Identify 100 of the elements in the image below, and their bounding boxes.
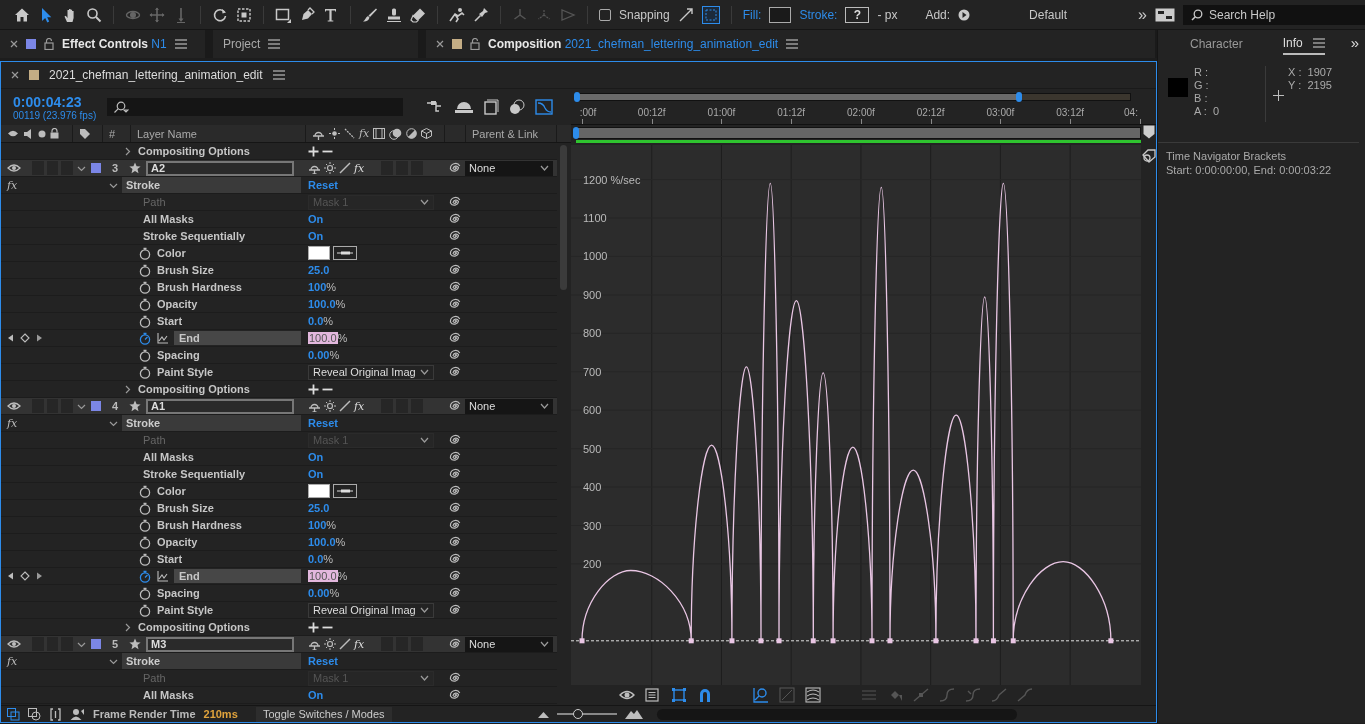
spiral-icon[interactable]	[449, 519, 461, 531]
current-timecode[interactable]: 0:00:04:23	[13, 93, 97, 110]
layers-icon[interactable]	[7, 707, 20, 721]
eye-icon[interactable]	[7, 639, 21, 649]
speaker-icon[interactable]	[23, 128, 34, 139]
property-value[interactable]: 100	[308, 519, 327, 531]
reset-link[interactable]: Reset	[308, 417, 338, 429]
pen-icon[interactable]	[299, 6, 315, 23]
list-icon[interactable]	[645, 687, 661, 703]
property-value[interactable]: 100.0	[308, 570, 338, 582]
figure-brush-icon[interactable]	[449, 6, 465, 23]
snap-target-icon[interactable]	[701, 5, 720, 24]
property-value[interactable]: 25.0	[308, 264, 330, 276]
overflow-chevrons[interactable]: »	[1350, 34, 1359, 51]
padlock-icon[interactable]	[50, 128, 59, 139]
keyframe-icon[interactable]	[20, 571, 30, 581]
keyframe-marker[interactable]	[1108, 638, 1114, 644]
menu-icon[interactable]	[174, 39, 187, 49]
close-icon[interactable]	[10, 40, 18, 48]
graph-toggle-icon[interactable]	[157, 332, 168, 344]
property-value[interactable]: 25.0	[308, 502, 330, 514]
spiral-icon[interactable]	[449, 349, 461, 361]
speed-graph[interactable]: 200 300 400 500 600 700 800 900 1000 1100 1200 %/sec	[571, 145, 1141, 685]
color-swatch[interactable]	[308, 246, 330, 260]
keyframe-marker[interactable]	[579, 638, 585, 644]
person-icon[interactable]	[70, 707, 85, 721]
eye-icon[interactable]	[7, 129, 19, 138]
chevron-right-icon[interactable]	[123, 146, 132, 156]
parent-dropdown[interactable]: None	[465, 398, 553, 414]
fill-swatch[interactable]	[769, 6, 792, 23]
snap-arrows-icon[interactable]	[677, 6, 694, 23]
menu-icon[interactable]	[786, 39, 799, 49]
plus-icon[interactable]	[308, 621, 319, 633]
solo-dot-icon[interactable]	[38, 129, 46, 138]
spiral-icon[interactable]	[449, 570, 461, 582]
property-value[interactable]: On	[308, 213, 324, 225]
fit-zoom-icon[interactable]	[753, 687, 769, 703]
menu-icon[interactable]	[1312, 38, 1325, 48]
spiral-icon[interactable]	[449, 638, 461, 650]
graph-editor-icon[interactable]	[535, 99, 553, 115]
property-value[interactable]: On	[308, 468, 324, 480]
spiral-icon[interactable]	[449, 213, 461, 225]
comp-button-icon[interactable]	[1141, 149, 1156, 163]
stopwatch-icon[interactable]	[139, 484, 151, 498]
keyframe-marker[interactable]	[810, 638, 816, 644]
spiral-icon[interactable]	[449, 298, 461, 310]
eraser-icon[interactable]	[410, 6, 426, 23]
small-mountain-icon[interactable]	[537, 710, 549, 718]
workspace-panel-icon[interactable]	[1155, 7, 1175, 22]
keyframe-marker[interactable]	[869, 638, 875, 644]
next-keyframe-icon[interactable]	[36, 334, 43, 342]
slash-icon[interactable]	[339, 400, 351, 412]
spiral-icon[interactable]	[449, 264, 461, 276]
sun-icon[interactable]	[324, 400, 336, 412]
layer-name-column-header[interactable]: Layer Name	[137, 127, 197, 140]
toggle-switches-button[interactable]: Toggle Switches / Modes	[255, 706, 392, 722]
comp-mini-icon[interactable]	[28, 707, 41, 721]
stopwatch-icon[interactable]	[139, 535, 151, 549]
keyframe-marker[interactable]	[776, 638, 782, 644]
bracket-handle[interactable]	[1016, 92, 1022, 102]
spiral-icon[interactable]	[449, 502, 461, 514]
close-icon[interactable]	[436, 40, 444, 48]
circles-icon[interactable]	[389, 127, 403, 140]
work-area-handle[interactable]	[573, 127, 579, 139]
shy-layers-icon[interactable]	[455, 100, 473, 114]
parent-dropdown[interactable]: None	[465, 636, 553, 652]
effect-name[interactable]: Stroke	[122, 415, 301, 431]
dashed-square-icon[interactable]	[236, 6, 252, 23]
stopwatch-icon[interactable]	[139, 518, 151, 532]
tag-icon[interactable]	[79, 127, 91, 140]
layer-search-field[interactable]	[107, 98, 403, 116]
time-ruler[interactable]: :00f 00:12f 01:00f 01:12f 02:00f 02:12f 03:00f 03:12f 04:	[571, 105, 1141, 124]
play-circle-icon[interactable]	[958, 8, 971, 21]
property-value[interactable]: 100	[308, 281, 327, 293]
stopwatch-icon[interactable]	[139, 569, 151, 583]
reset-link[interactable]: Reset	[308, 655, 338, 667]
stopwatch-icon[interactable]	[139, 297, 151, 311]
property-value[interactable]: 100.0	[308, 536, 336, 548]
time-navigator[interactable]	[574, 93, 1131, 101]
label-color-square[interactable]	[91, 639, 101, 649]
keyframe-marker[interactable]	[830, 638, 836, 644]
property-value[interactable]: On	[308, 451, 324, 463]
film-icon[interactable]	[373, 128, 386, 139]
keyframe-marker[interactable]	[887, 638, 893, 644]
property-dropdown[interactable]: Reveal Original Imag	[308, 364, 434, 380]
stopwatch-icon[interactable]	[139, 586, 151, 600]
stopwatch-icon[interactable]	[139, 501, 151, 515]
keyframe-marker[interactable]	[933, 638, 939, 644]
stroke-width[interactable]: - px	[877, 7, 898, 22]
layer-name-field[interactable]: A2	[146, 160, 294, 176]
spiral-icon[interactable]	[449, 366, 461, 378]
workspace-name[interactable]: Default	[978, 7, 1119, 22]
property-value[interactable]: On	[308, 689, 324, 701]
spiral-icon[interactable]	[449, 315, 461, 327]
previous-keyframe-icon[interactable]	[7, 334, 14, 342]
color-swatch[interactable]	[308, 484, 330, 498]
next-keyframe-icon[interactable]	[36, 572, 43, 580]
spiral-icon[interactable]	[449, 485, 461, 497]
spiral-icon[interactable]	[449, 672, 461, 684]
stopwatch-icon[interactable]	[139, 552, 151, 566]
